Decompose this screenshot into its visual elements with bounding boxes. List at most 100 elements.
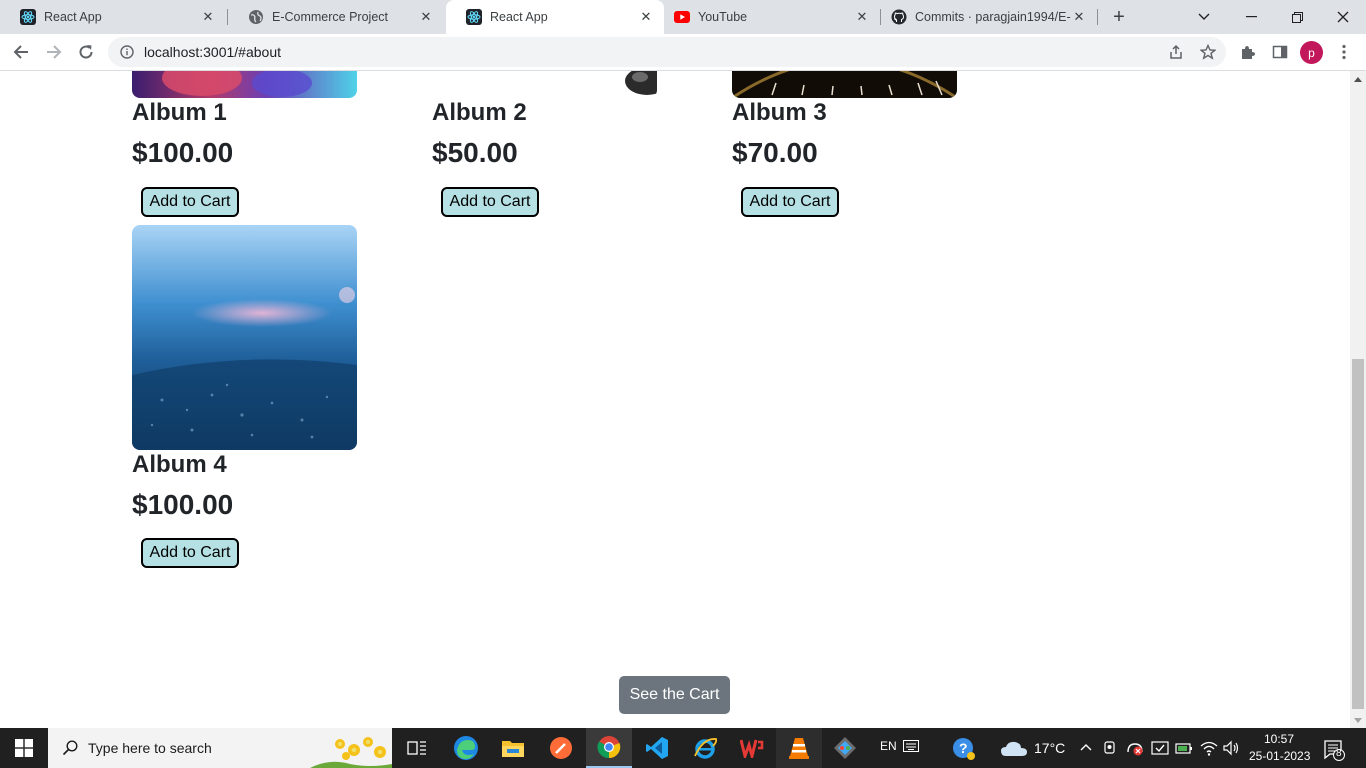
reload-icon	[79, 45, 93, 59]
tab-strip: React App ✕ E-Commerce Project ✕ React A…	[0, 0, 1366, 34]
close-icon[interactable]: ✕	[418, 9, 434, 25]
kebab-menu-icon	[1342, 44, 1346, 60]
wps-office-taskbar-icon[interactable]	[729, 728, 775, 768]
album-4-title: Album 4	[132, 451, 227, 478]
react-icon	[466, 9, 482, 25]
chevron-up-icon[interactable]	[1080, 743, 1092, 751]
file-explorer-taskbar-icon[interactable]	[490, 728, 536, 768]
see-the-cart-button[interactable]: See the Cart	[619, 676, 730, 714]
github-icon	[891, 9, 907, 25]
windows-logo-icon	[15, 739, 33, 757]
album-4-add-to-cart-button[interactable]: Add to Cart	[141, 538, 239, 568]
address-bar[interactable]: localhost:3001/#about	[108, 37, 1226, 67]
profile-avatar[interactable]: p	[1300, 41, 1323, 64]
tab-title: YouTube	[698, 10, 748, 24]
album-1-add-to-cart-button[interactable]: Add to Cart	[141, 187, 239, 217]
share-icon	[1170, 44, 1182, 59]
tab-github-commits[interactable]: Commits · paragjain1994/E-C ✕	[881, 0, 1097, 34]
tab-title: Commits · paragjain1994/E-C	[915, 10, 1071, 24]
side-panel-button[interactable]	[1268, 40, 1292, 64]
new-tab-button[interactable]: +	[1108, 6, 1130, 28]
reload-button[interactable]	[72, 38, 100, 66]
vlc-taskbar-icon[interactable]	[776, 728, 822, 768]
menu-button[interactable]	[1332, 40, 1356, 64]
share-button[interactable]	[1164, 40, 1188, 64]
album-1-price: $100.00	[132, 137, 234, 168]
clock-time[interactable]: 10:57	[1264, 732, 1294, 746]
extensions-button[interactable]	[1236, 40, 1260, 64]
restore-button[interactable]	[1274, 0, 1320, 34]
back-arrow-icon	[13, 45, 28, 59]
notification-count-badge: 8	[1336, 748, 1342, 759]
help-icon[interactable]: ?	[952, 737, 976, 761]
star-icon	[1200, 44, 1216, 60]
wifi-icon[interactable]	[1200, 739, 1218, 757]
tab-divider	[1097, 9, 1098, 25]
album-1-image	[132, 71, 357, 98]
close-icon[interactable]: ✕	[638, 9, 654, 25]
close-icon[interactable]: ✕	[854, 9, 870, 25]
album-4-image	[132, 225, 357, 450]
album-1-title: Album 1	[132, 99, 227, 126]
close-window-button[interactable]	[1320, 0, 1366, 34]
close-icon[interactable]: ✕	[1071, 9, 1087, 25]
album-3-title: Album 3	[732, 99, 827, 126]
tab-search-button[interactable]	[1181, 0, 1227, 34]
chrome-taskbar-icon[interactable]	[586, 728, 632, 768]
album-3-add-to-cart-button[interactable]: Add to Cart	[741, 187, 839, 217]
tab-ecommerce-project[interactable]: E-Commerce Project ✕	[228, 0, 444, 34]
taskbar-search-box[interactable]: Type here to search	[48, 728, 392, 768]
scroll-up-arrow-icon[interactable]	[1350, 71, 1366, 87]
volume-icon[interactable]	[1222, 739, 1240, 757]
postman-taskbar-icon[interactable]	[538, 728, 584, 768]
forward-arrow-icon	[47, 45, 62, 59]
tab-react-app-active[interactable]: React App ✕	[446, 0, 664, 34]
search-highlight-flowers-icon	[310, 737, 392, 768]
youtube-icon	[674, 9, 690, 25]
browser-toolbar: localhost:3001/#about	[0, 34, 1366, 71]
tab-title: React App	[490, 10, 548, 24]
battery-icon[interactable]	[1175, 739, 1193, 757]
weather-cloud-icon[interactable]	[1000, 740, 1028, 757]
git-tool-taskbar-icon[interactable]	[822, 728, 868, 768]
scrollbar-thumb[interactable]	[1352, 359, 1364, 709]
keyboard-icon[interactable]	[903, 740, 919, 752]
puzzle-icon	[1242, 46, 1255, 59]
forward-button[interactable]	[40, 38, 68, 66]
bookmark-button[interactable]	[1196, 40, 1220, 64]
edge-taskbar-icon[interactable]	[443, 728, 489, 768]
vscode-taskbar-icon[interactable]	[634, 728, 680, 768]
language-indicator[interactable]: EN	[880, 739, 897, 753]
album-2-title: Album 2	[432, 99, 527, 126]
globe-icon	[248, 9, 264, 25]
search-icon	[60, 740, 80, 756]
vpn-disconnected-icon[interactable]	[1126, 739, 1144, 757]
album-2-price: $50.00	[432, 137, 518, 168]
close-icon[interactable]: ✕	[200, 9, 216, 25]
tab-title: E-Commerce Project	[272, 10, 388, 24]
security-icon[interactable]	[1151, 739, 1169, 757]
page-scrollbar[interactable]	[1350, 71, 1366, 728]
scroll-down-arrow-icon[interactable]	[1350, 712, 1366, 728]
page-viewport: Album 1 $100.00 Add to Cart Album 2 $50.…	[0, 71, 1350, 728]
internet-explorer-taskbar-icon[interactable]	[682, 728, 728, 768]
react-icon	[20, 9, 36, 25]
meet-now-icon[interactable]	[1103, 740, 1117, 756]
album-3-image	[732, 71, 957, 98]
album-2-add-to-cart-button[interactable]: Add to Cart	[441, 187, 539, 217]
info-icon[interactable]	[118, 43, 136, 61]
minimize-button[interactable]	[1228, 0, 1274, 34]
album-2-image	[432, 71, 657, 98]
tab-react-app-1[interactable]: React App ✕	[0, 0, 226, 34]
start-button[interactable]	[0, 728, 48, 768]
task-view-icon	[407, 741, 426, 755]
back-button[interactable]	[7, 38, 35, 66]
task-view-button[interactable]	[394, 728, 440, 768]
windows-taskbar: Type here to search EN ? 17°C 10:57 25-0…	[0, 728, 1366, 768]
side-panel-icon	[1272, 45, 1288, 59]
temperature[interactable]: 17°C	[1034, 740, 1065, 756]
svg-text:?: ?	[959, 740, 968, 756]
clock-date[interactable]: 25-01-2023	[1249, 749, 1310, 763]
url-text: localhost:3001/#about	[144, 44, 281, 60]
tab-youtube[interactable]: YouTube ✕	[664, 0, 880, 34]
